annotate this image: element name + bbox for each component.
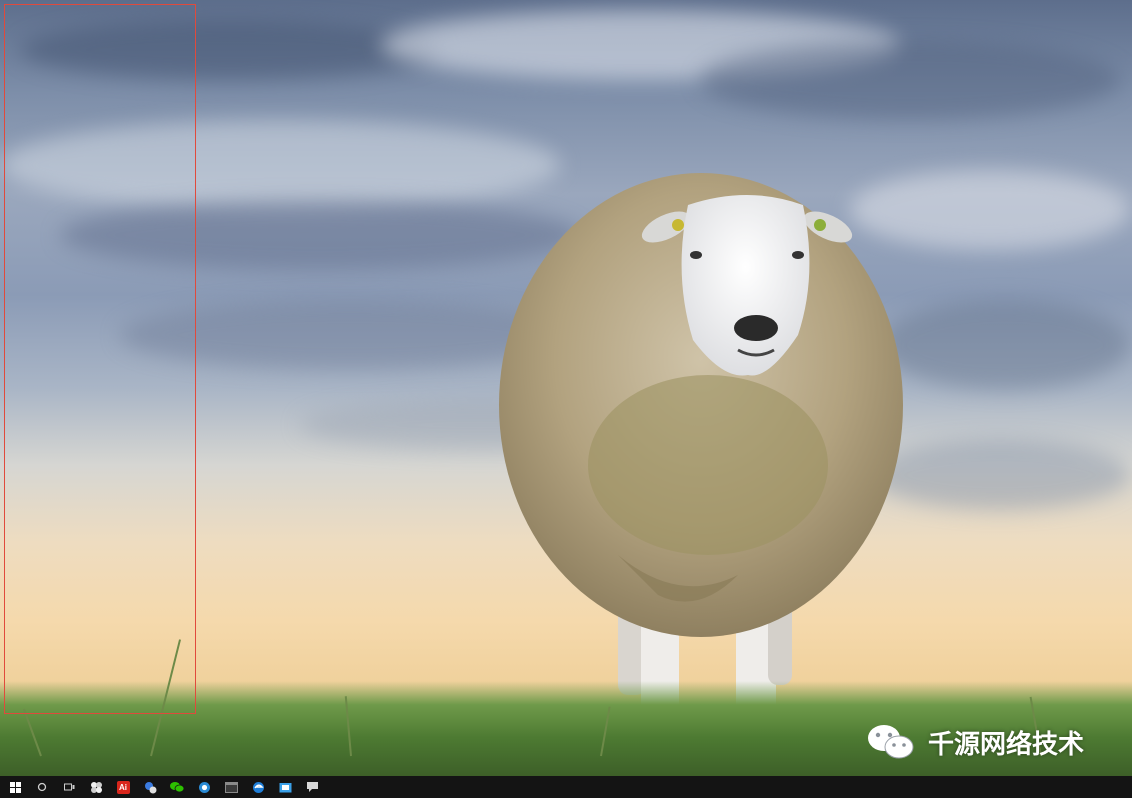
taskbar-app-wechat[interactable]: [166, 776, 188, 798]
folder-icon: [279, 782, 291, 792]
cloud: [870, 440, 1130, 510]
taskbar-app-pinwheel[interactable]: [85, 776, 107, 798]
browser-icon: [198, 781, 210, 793]
selection-rectangle: [4, 4, 196, 714]
taskbar-app-window[interactable]: [220, 776, 242, 798]
search-button[interactable]: [31, 776, 53, 798]
taskbar-app-chat[interactable]: [301, 776, 323, 798]
edge-icon: [252, 781, 264, 793]
window-icon: [224, 781, 238, 793]
taskbar: Ai: [0, 776, 1132, 798]
chat-icon: [306, 782, 318, 792]
taskbar-app-edge[interactable]: [247, 776, 269, 798]
watermark-text: 千源网络技术: [928, 728, 1085, 759]
wechat-icon: [170, 782, 184, 793]
wechat-icon: [868, 725, 914, 759]
watermark: 千源网络技术: [866, 722, 1084, 762]
people-icon: [144, 781, 156, 793]
cloud: [880, 300, 1130, 390]
taskbar-app-explorer[interactable]: [274, 776, 296, 798]
search-circle-icon: [37, 782, 47, 792]
windows-logo-icon: [9, 781, 21, 793]
pinwheel-icon: [90, 781, 102, 793]
task-view-icon: [63, 783, 74, 790]
sheep-image: [499, 173, 903, 725]
taskbar-app-browser[interactable]: [193, 776, 215, 798]
cloud: [700, 40, 1120, 120]
start-button[interactable]: [4, 776, 26, 798]
taskbar-app-people[interactable]: [139, 776, 161, 798]
task-view-button[interactable]: [58, 776, 80, 798]
desktop-wallpaper: 千源网络技术: [0, 0, 1132, 776]
adobe-icon: Ai: [116, 780, 130, 794]
taskbar-app-adobe[interactable]: Ai: [112, 776, 134, 798]
